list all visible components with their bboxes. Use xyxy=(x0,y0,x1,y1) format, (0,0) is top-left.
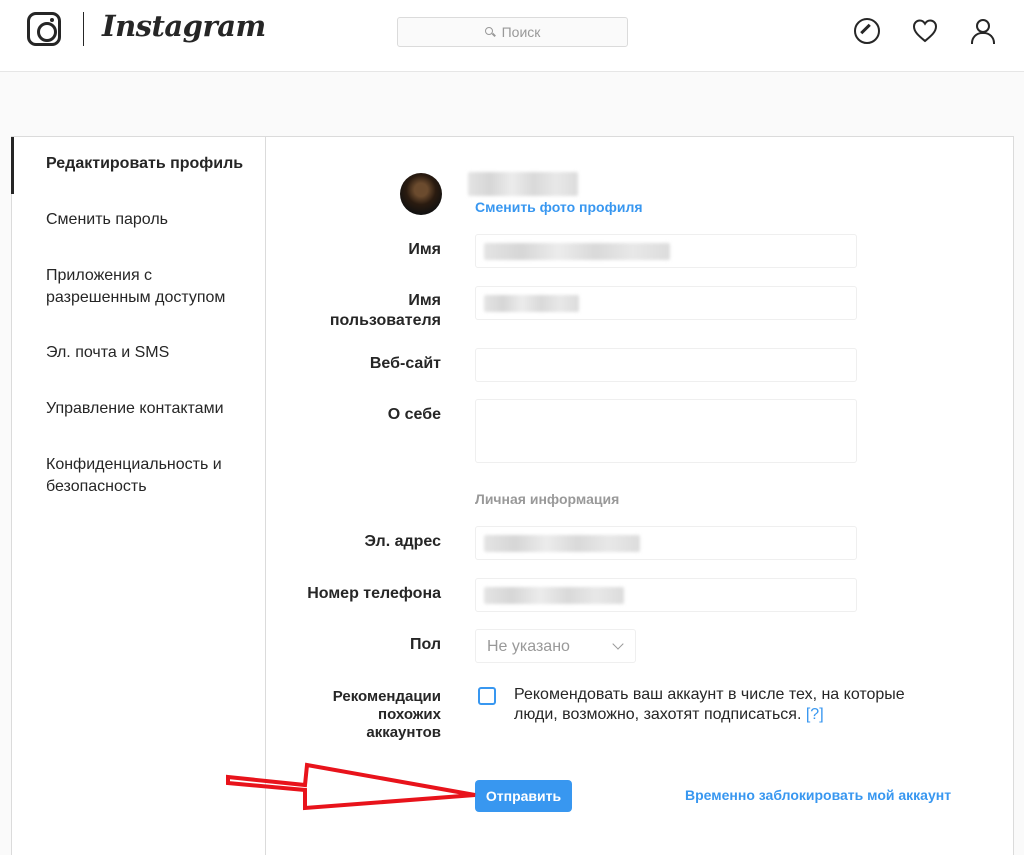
change-photo-link[interactable]: Сменить фото профиля xyxy=(475,199,643,215)
profile-icon[interactable] xyxy=(969,17,997,45)
name-label: Имя xyxy=(408,241,441,258)
settings-card: Редактировать профиль Сменить пароль При… xyxy=(11,136,1014,855)
heart-icon[interactable] xyxy=(911,17,939,45)
email-field[interactable] xyxy=(475,526,857,560)
name-value-redacted xyxy=(484,243,670,260)
compass-icon[interactable] xyxy=(853,17,881,45)
sidebar-item-edit-profile[interactable]: Редактировать профиль xyxy=(46,153,256,175)
settings-sidebar: Редактировать профиль Сменить пароль При… xyxy=(11,137,266,855)
name-field[interactable] xyxy=(475,234,857,268)
search-icon xyxy=(484,26,496,38)
annotation-arrow-icon xyxy=(226,762,476,811)
website-field[interactable] xyxy=(475,348,857,382)
gender-label: Пол xyxy=(409,636,441,653)
sidebar-item-email-sms[interactable]: Эл. почта и SMS xyxy=(46,342,256,364)
instagram-wordmark[interactable]: Instagram xyxy=(102,9,266,43)
active-indicator xyxy=(11,137,14,194)
disable-account-link[interactable]: Временно заблокировать мой аккаунт xyxy=(685,787,951,803)
phone-label: Номер телефона xyxy=(307,585,441,602)
submit-button[interactable]: Отправить xyxy=(475,780,572,812)
sidebar-item-manage-contacts[interactable]: Управление контактами xyxy=(46,398,256,420)
search-input[interactable]: Поиск xyxy=(397,17,628,47)
gender-select[interactable]: Не указано xyxy=(475,629,636,663)
recommendations-text: Рекомендовать ваш аккаунт в числе тех, н… xyxy=(514,685,914,725)
bio-label: О себе xyxy=(387,406,441,423)
username-value-redacted xyxy=(484,295,579,312)
personal-info-heading: Личная информация xyxy=(475,491,620,507)
phone-value-redacted xyxy=(484,587,624,604)
sidebar-item-change-password[interactable]: Сменить пароль xyxy=(46,209,256,231)
email-value-redacted xyxy=(484,535,640,552)
username-field[interactable] xyxy=(475,286,857,320)
username-label: Имя пользователя xyxy=(329,292,441,329)
email-label: Эл. адрес xyxy=(364,533,441,550)
sidebar-item-authorized-apps[interactable]: Приложения с разрешенным доступом xyxy=(46,265,246,309)
gender-value: Не указано xyxy=(487,638,570,655)
chevron-down-icon xyxy=(612,638,624,650)
instagram-camera-icon[interactable] xyxy=(27,12,61,46)
bio-textarea[interactable] xyxy=(475,399,857,463)
recommendations-checkbox[interactable] xyxy=(478,687,496,705)
sidebar-item-privacy-security[interactable]: Конфиденциальность и безопасность xyxy=(46,454,246,498)
username-redacted xyxy=(468,172,578,196)
top-navigation-bar: Instagram Поиск xyxy=(0,0,1024,72)
recommendations-help-link[interactable]: [?] xyxy=(806,706,824,723)
recommendations-description: Рекомендовать ваш аккаунт в числе тех, н… xyxy=(514,686,905,723)
phone-field[interactable] xyxy=(475,578,857,612)
search-placeholder: Поиск xyxy=(501,24,541,40)
avatar[interactable] xyxy=(400,173,442,215)
recommendations-label: Рекомендации похожих аккаунтов xyxy=(332,688,441,741)
logo-divider xyxy=(83,12,84,46)
website-label: Веб-сайт xyxy=(369,355,441,372)
